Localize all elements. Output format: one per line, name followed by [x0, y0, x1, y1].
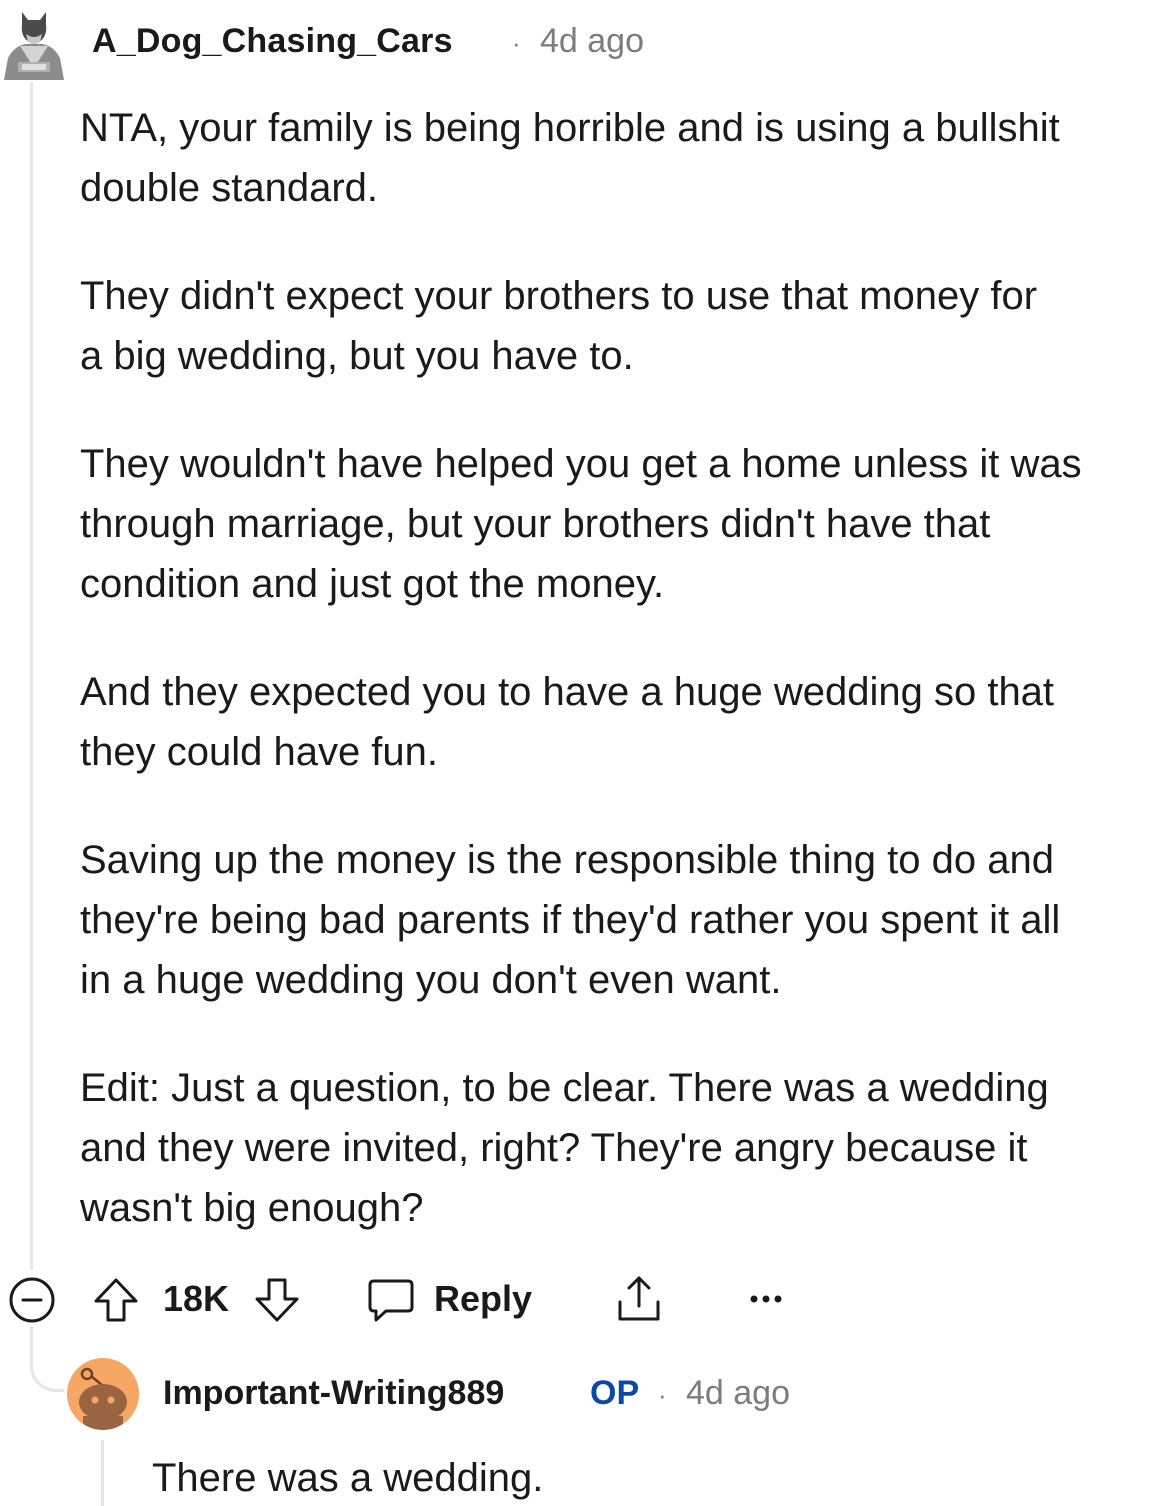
comment-line: they could have fun.: [80, 730, 439, 774]
comment-line: They didn't expect your brothers to use …: [80, 274, 1038, 318]
upvote-arrow-icon: [94, 1278, 138, 1322]
reply-author[interactable]: Important-Writing889: [163, 1374, 504, 1413]
reply-avatar[interactable]: [67, 1358, 139, 1430]
comment-line: Saving up the money is the responsible t…: [80, 838, 1054, 882]
comment-line: and they were invited, right? They're an…: [80, 1126, 1028, 1170]
comment-body: NTA, your family is being horrible and i…: [80, 98, 1170, 1238]
comment-paragraph: Edit: Just a question, to be clear. Ther…: [80, 1058, 1170, 1238]
batman-avatar-icon: [0, 6, 68, 80]
more-dots-icon: [750, 1295, 782, 1303]
reply-thread-line: [101, 1440, 104, 1506]
collapse-button[interactable]: [8, 1276, 56, 1324]
meta-separator: ·: [512, 28, 521, 58]
comment-line: wasn't big enough?: [80, 1186, 424, 1230]
reply-label[interactable]: Reply: [434, 1278, 532, 1320]
reply-text: There was a wedding.: [152, 1456, 544, 1500]
comment-line: they're being bad parents if they'd rath…: [80, 898, 1061, 942]
vote-count: 18K: [163, 1278, 230, 1319]
avatar[interactable]: [0, 6, 68, 80]
downvote-arrow-icon: [255, 1278, 299, 1322]
more-options-button[interactable]: [746, 1284, 786, 1314]
share-upload-icon: [618, 1276, 660, 1321]
speech-bubble-icon: [368, 1279, 414, 1322]
comment-line: They wouldn't have helped you get a home…: [80, 442, 1082, 486]
downvote-button[interactable]: [251, 1274, 303, 1326]
comment-line: Edit: Just a question, to be clear. Ther…: [80, 1066, 1049, 1110]
comment-line: And they expected you to have a huge wed…: [80, 670, 1055, 714]
comment-line: in a huge wedding you don't even want.: [80, 958, 782, 1002]
thread-line: [30, 82, 33, 1270]
comment-line: through marriage, but your brothers didn…: [80, 502, 991, 546]
op-badge: OP: [590, 1374, 640, 1412]
comment-paragraph: Saving up the money is the responsible t…: [80, 830, 1170, 1010]
snoo-avatar-icon: [67, 1358, 139, 1430]
comment-paragraph: They didn't expect your brothers to use …: [80, 266, 1170, 386]
meta-separator: ·: [658, 1380, 667, 1410]
comment-paragraph: And they expected you to have a huge wed…: [80, 662, 1170, 782]
share-button[interactable]: [614, 1272, 664, 1326]
reply-timestamp: 4d ago: [686, 1374, 790, 1412]
comment-paragraph: NTA, your family is being horrible and i…: [80, 98, 1170, 218]
comment-paragraph: They wouldn't have helped you get a home…: [80, 434, 1170, 614]
collapse-minus-icon: [9, 1277, 55, 1323]
reply-button[interactable]: [366, 1276, 416, 1324]
comment-timestamp: 4d ago: [540, 22, 644, 60]
comment-author[interactable]: A_Dog_Chasing_Cars: [92, 22, 453, 61]
comment-line: condition and just got the money.: [80, 562, 665, 606]
reply-connector: [30, 1326, 64, 1392]
upvote-button[interactable]: [90, 1274, 142, 1326]
comment-line: double standard.: [80, 166, 379, 210]
comment-line: a big wedding, but you have to.: [80, 334, 634, 378]
comment-line: NTA, your family is being horrible and i…: [80, 106, 1060, 150]
comment-action-bar: 18K Reply: [0, 1268, 1170, 1330]
